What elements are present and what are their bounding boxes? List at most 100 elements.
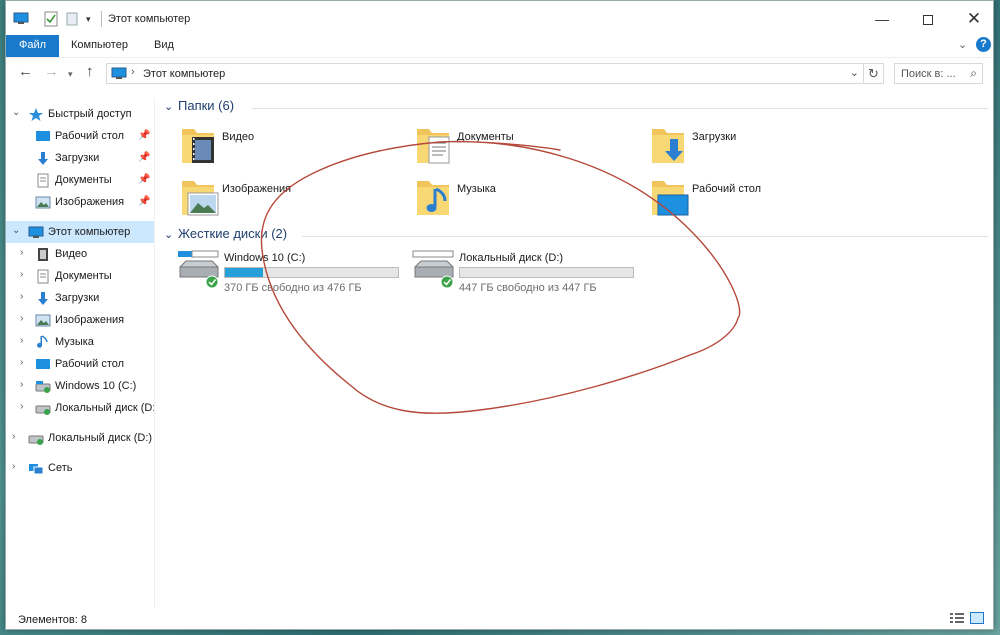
- help-button[interactable]: ?: [976, 37, 991, 52]
- sidebar-item-pictures[interactable]: › Изображения: [6, 309, 154, 331]
- sidebar-item-documents[interactable]: › Документы: [6, 265, 154, 287]
- sidebar-item-label: Загрузки: [55, 292, 100, 304]
- documents-folder-icon: [417, 129, 450, 164]
- chevron-down-icon[interactable]: ⌄: [164, 228, 173, 241]
- computer-icon: [28, 226, 44, 238]
- details-view-icon[interactable]: [950, 612, 964, 624]
- drive-icon: [35, 381, 51, 393]
- explorer-window: ▾ Этот компьютер — ✕ Файл Компьютер Вид …: [5, 0, 994, 630]
- sidebar-item-drive-d[interactable]: › Локальный диск (D:): [6, 397, 154, 419]
- documents-icon: [37, 269, 49, 284]
- pin-icon[interactable]: 📌: [138, 130, 150, 141]
- expand-ribbon-icon[interactable]: ⌄: [958, 38, 967, 51]
- sidebar-item-label: Изображения: [55, 314, 125, 326]
- folder-desktop[interactable]: Рабочий стол: [650, 177, 880, 225]
- sidebar-item-video[interactable]: › Видео: [6, 243, 154, 265]
- drive-icon: [412, 250, 454, 289]
- folder-label: Видео: [222, 131, 255, 143]
- tab-file[interactable]: Файл: [6, 35, 59, 57]
- up-button[interactable]: ↑: [86, 63, 94, 81]
- network-icon: [29, 464, 44, 475]
- chevron-down-icon[interactable]: ⌄: [12, 225, 20, 236]
- sidebar-item-local-disk[interactable]: › Локальный диск (D:): [6, 427, 154, 449]
- address-bar[interactable]: › Этот компьютер ⌄: [106, 63, 864, 84]
- chevron-right-icon[interactable]: ›: [12, 461, 15, 472]
- sidebar-item-quick-access[interactable]: ⌄ Быстрый доступ: [6, 103, 154, 125]
- sidebar-item-downloads[interactable]: › Загрузки: [6, 287, 154, 309]
- folder-music[interactable]: Музыка: [415, 177, 645, 225]
- pin-icon[interactable]: 📌: [138, 196, 150, 207]
- folders-group-header[interactable]: ⌄ Папки (6): [164, 98, 988, 118]
- sidebar-item-label: Локальный диск (D:): [55, 402, 154, 414]
- search-input[interactable]: Поиск в: ... ⌕: [894, 63, 983, 84]
- sidebar-item-label: Видео: [55, 248, 88, 260]
- chevron-right-icon[interactable]: ›: [20, 247, 23, 258]
- sidebar-item-drive-c[interactable]: › Windows 10 (C:): [6, 375, 154, 397]
- drives-group-header[interactable]: ⌄ Жесткие диски (2): [164, 226, 988, 246]
- pictures-icon: [35, 196, 51, 209]
- folder-downloads[interactable]: Загрузки: [650, 125, 880, 173]
- forward-button[interactable]: →: [44, 63, 59, 81]
- system-drive-icon: [178, 250, 219, 289]
- chevron-right-icon[interactable]: ›: [20, 291, 23, 302]
- sidebar-item-network[interactable]: › Сеть: [6, 457, 154, 479]
- sidebar-item-label: Рабочий стол: [55, 130, 125, 142]
- breadcrumb[interactable]: Этот компьютер: [143, 68, 225, 80]
- sidebar-item-label: Быстрый доступ: [48, 108, 132, 120]
- refresh-button[interactable]: ↻: [864, 63, 884, 84]
- tab-view[interactable]: Вид: [142, 35, 186, 57]
- minimize-button[interactable]: —: [859, 1, 905, 37]
- sidebar-item-this-pc[interactable]: ⌄ Этот компьютер: [6, 221, 154, 243]
- drive-d[interactable]: Локальный диск (D:) 447 ГБ свободно из 4…: [411, 249, 641, 299]
- folder-pictures[interactable]: Изображения: [180, 177, 410, 225]
- tab-computer[interactable]: Компьютер: [59, 35, 140, 57]
- back-button[interactable]: ←: [18, 63, 33, 81]
- chevron-down-icon[interactable]: ⌄: [164, 100, 173, 113]
- chevron-right-icon[interactable]: ›: [20, 313, 23, 324]
- sidebar-item-label: Рабочий стол: [55, 358, 125, 370]
- customize-toolbar-icon[interactable]: ▾: [86, 11, 96, 27]
- chevron-down-icon[interactable]: ⌄: [12, 107, 20, 118]
- drive-c[interactable]: Windows 10 (C:) 370 ГБ свободно из 476 Г…: [176, 249, 406, 299]
- pin-icon[interactable]: 📌: [138, 152, 150, 163]
- pin-icon[interactable]: 📌: [138, 174, 150, 185]
- sidebar-item-label: Документы: [55, 270, 112, 282]
- sidebar-item-downloads[interactable]: Загрузки 📌: [6, 147, 154, 169]
- sidebar-item-desktop[interactable]: Рабочий стол 📌: [6, 125, 154, 147]
- close-button[interactable]: ✕: [951, 1, 997, 37]
- drive-label: Windows 10 (C:): [224, 252, 306, 264]
- tiles-view-icon[interactable]: [970, 612, 984, 624]
- folder-label: Музыка: [457, 183, 496, 195]
- sidebar-item-label: Документы: [55, 174, 112, 186]
- chevron-down-icon[interactable]: ⌄: [850, 66, 859, 79]
- new-folder-icon[interactable]: [66, 11, 78, 27]
- sidebar-item-pictures[interactable]: Изображения 📌: [6, 191, 154, 213]
- sidebar-item-label: Музыка: [55, 336, 94, 348]
- window-title: Этот компьютер: [108, 13, 191, 25]
- chevron-right-icon[interactable]: ›: [12, 431, 15, 442]
- maximize-button[interactable]: [905, 1, 951, 37]
- divider: [302, 236, 988, 237]
- chevron-right-icon[interactable]: ›: [20, 269, 23, 280]
- drive-usage-fill: [225, 268, 264, 277]
- chevron-right-icon[interactable]: ›: [20, 357, 23, 368]
- folder-documents[interactable]: Документы: [415, 125, 645, 173]
- chevron-right-icon[interactable]: ›: [20, 379, 23, 390]
- recent-locations-icon[interactable]: ▾: [68, 65, 73, 83]
- properties-icon[interactable]: [44, 11, 58, 27]
- sidebar-item-desktop[interactable]: › Рабочий стол: [6, 353, 154, 375]
- star-icon: [29, 108, 43, 121]
- drive-icon: [28, 435, 44, 445]
- music-folder-icon: [417, 181, 449, 215]
- breadcrumb-chevron-icon[interactable]: ›: [131, 66, 135, 78]
- video-icon: [38, 248, 48, 261]
- documents-icon: [37, 173, 49, 188]
- title-bar: ▾ Этот компьютер — ✕: [6, 1, 993, 37]
- sidebar-item-music[interactable]: › Музыка: [6, 331, 154, 353]
- chevron-right-icon[interactable]: ›: [20, 335, 23, 346]
- chevron-right-icon[interactable]: ›: [20, 401, 23, 412]
- computer-icon: [111, 67, 127, 79]
- search-placeholder: Поиск в: ...: [901, 68, 956, 80]
- sidebar-item-documents[interactable]: Документы 📌: [6, 169, 154, 191]
- folder-video[interactable]: Видео: [180, 125, 410, 173]
